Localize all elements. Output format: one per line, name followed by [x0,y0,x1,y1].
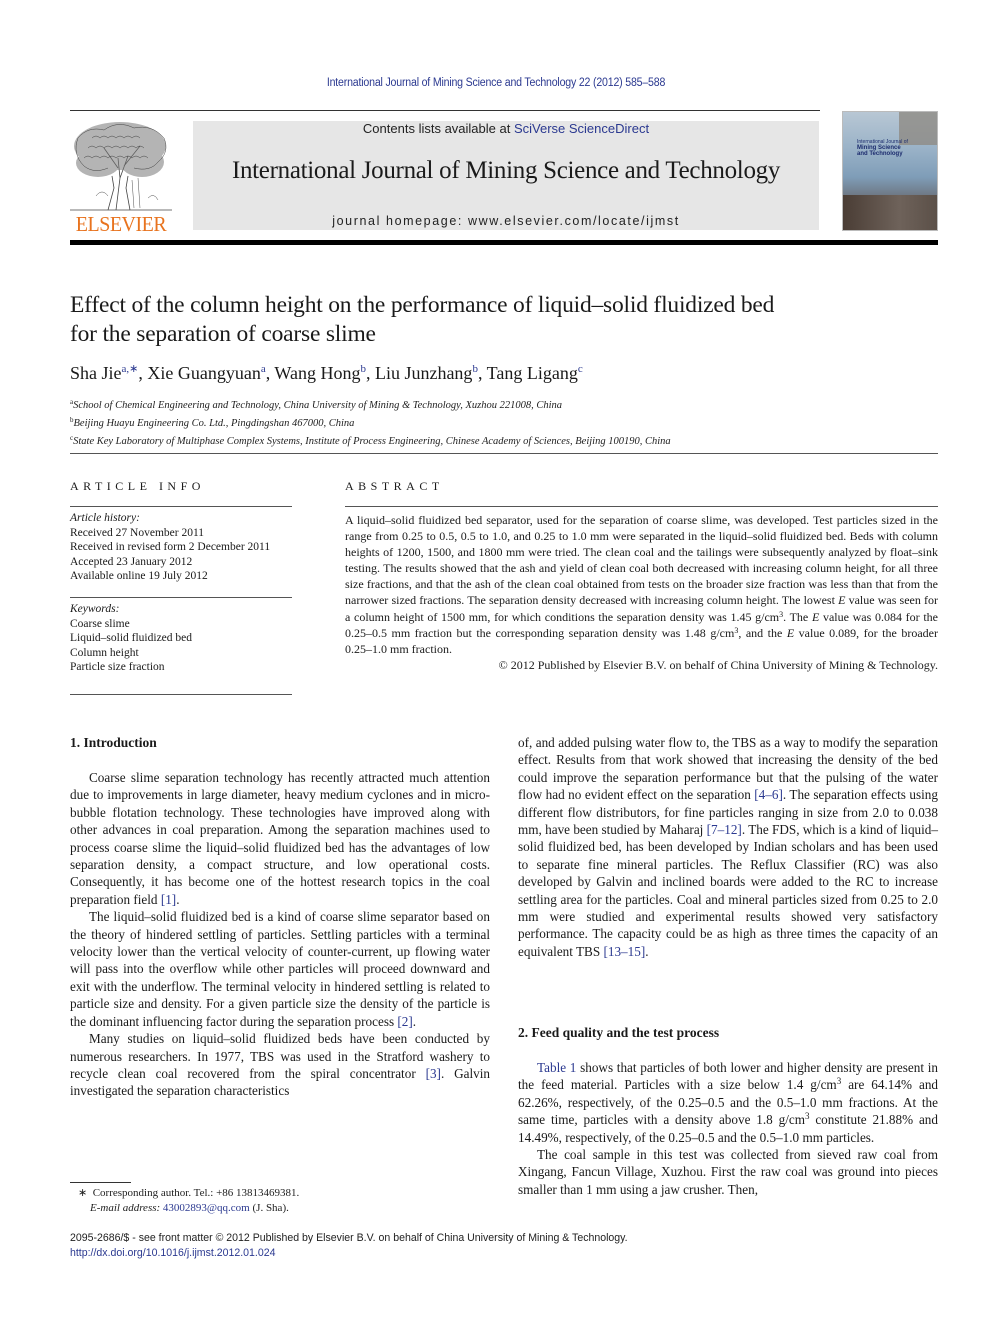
citation-link[interactable]: [3] [426,1066,441,1081]
author[interactable]: Wang Hongb [274,363,366,383]
journal-homepage: journal homepage: www.elsevier.com/locat… [193,214,819,228]
corresponding-author-footnote: ∗ Corresponding author. Tel.: +86 138134… [78,1187,300,1214]
abstract-heading: ABSTRACT [345,479,444,493]
keywords: Keywords: Coarse slime Liquid–solid flui… [70,602,292,675]
keyword: Particle size fraction [70,661,165,673]
citation-link[interactable]: [13–15] [603,944,645,959]
elsevier-tree-icon [70,122,172,211]
elsevier-wordmark: ELSEVIER [75,212,167,236]
header-rule [70,110,820,111]
abstract-rule [345,506,938,507]
journal-title: International Journal of Mining Science … [231,157,781,184]
masthead-thick-rule [70,240,938,245]
article-history: Article history: Received 27 November 20… [70,511,292,584]
keywords-rule [70,597,292,598]
article-info-heading: ARTICLE INFO [70,479,205,493]
introduction-left-column: Coarse slime separation technology has r… [70,769,490,1100]
issn-line: 2095-2686/$ - see front matter © 2012 Pu… [70,1232,628,1244]
affiliation: aSchool of Chemical Engineering and Tech… [70,398,563,411]
affiliations: aSchool of Chemical Engineering and Tech… [70,395,930,449]
paragraph: of, and added pulsing water flow to, the… [518,735,938,959]
author[interactable]: Xie Guangyuana [147,363,265,383]
cover-title: International Journal of Mining Science … [857,139,908,157]
paragraph: Many studies on liquid–solid fluidized b… [70,1031,490,1099]
paragraph: The coal sample in this test was collect… [518,1147,938,1197]
article-info-end-rule [70,694,292,695]
abstract-text: A liquid–solid fluidized bed separator, … [345,513,939,672]
history-item: Available online 19 July 2012 [70,570,208,582]
affiliation-marker[interactable]: c [578,363,583,375]
history-item: Received 27 November 2011 [70,526,205,539]
front-matter-info: 2095-2686/$ - see front matter © 2012 Pu… [70,1231,838,1260]
author[interactable]: Liu Junzhangb [375,363,478,383]
paragraph: The liquid–solid fluidized bed is a kind… [70,909,490,1029]
email-link[interactable]: 43002893@qq.com [163,1202,250,1214]
table-link[interactable]: Table 1 [537,1060,576,1075]
contents-prefix: Contents lists available at [362,121,514,136]
author[interactable]: Tang Ligangc [487,363,583,383]
history-item: Accepted 23 January 2012 [70,555,193,568]
keyword: Coarse slime [70,617,130,630]
citation-link[interactable]: [1] [161,892,176,907]
author-list: Sha Jiea,∗, Xie Guangyuana, Wang Hongb, … [70,363,583,383]
homepage-prefix: journal homepage: [332,214,469,228]
keyword: Liquid–solid fluidized bed [70,632,193,644]
article-info-rule [70,506,292,507]
doi-link[interactable]: http://dx.doi.org/10.1016/j.ijmst.2012.0… [70,1246,838,1261]
running-head: International Journal of Mining Science … [326,77,666,89]
citation-link[interactable]: [4–6] [754,787,783,802]
history-item: Received in revised form 2 December 2011 [70,541,271,553]
journal-banner: Contents lists available at SciVerse Sci… [193,121,819,230]
introduction-right-column: of, and added pulsing water flow to, the… [518,734,938,960]
paragraph: Coarse slime separation technology has r… [70,770,490,907]
affiliation-marker[interactable]: a,∗ [122,363,139,375]
journal-cover-image[interactable]: International Journal of Mining Science … [842,111,938,231]
author[interactable]: Sha Jiea,∗ [70,363,138,383]
section-heading-introduction: 1. Introduction [70,735,157,750]
elsevier-logo[interactable]: ELSEVIER [68,118,174,236]
section-heading-feed-quality: 2. Feed quality and the test process [518,1025,720,1040]
sciencedirect-link[interactable]: SciVerse ScienceDirect [514,121,649,136]
homepage-url-link[interactable]: www.elsevier.com/locate/ijmst [468,214,680,228]
feed-quality-column: Table 1 shows that particles of both low… [518,1059,938,1198]
affiliation: cState Key Laboratory of Multiphase Comp… [70,434,671,447]
contents-line: Contents lists available at SciVerse Sci… [193,121,819,136]
citation-link[interactable]: [2] [397,1014,412,1029]
affiliation-rule [70,453,938,454]
citation-link[interactable]: [7–12] [707,822,742,837]
abstract-copyright: © 2012 Published by Elsevier B.V. on beh… [498,657,938,672]
keyword: Column height [70,646,139,659]
article-title: Effect of the column height on the perfo… [70,292,775,347]
affiliation: bBeijing Huayu Engineering Co. Ltd., Pin… [70,416,355,429]
paragraph: Table 1 shows that particles of both low… [518,1060,939,1145]
footnote-rule [70,1182,131,1183]
